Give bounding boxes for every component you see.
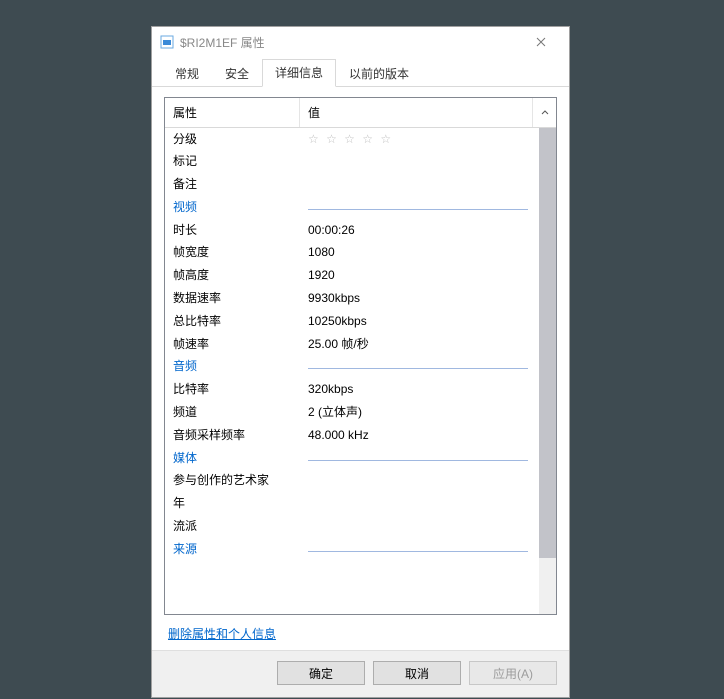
header-property[interactable]: 属性 — [165, 98, 300, 127]
row-channels[interactable]: 频道 2 (立体声) — [165, 402, 556, 425]
properties-dialog: $RI2M1EF 属性 常规 安全 详细信息 以前的版本 属性 值 — [151, 26, 570, 698]
section-label: 媒体 — [165, 452, 300, 466]
label: 流派 — [165, 520, 300, 534]
row-frame-height[interactable]: 帧高度 1920 — [165, 265, 556, 288]
row-sample-rate[interactable]: 音频采样频率 48.000 kHz — [165, 424, 556, 447]
section-label: 来源 — [165, 543, 300, 557]
row-year[interactable]: 年 — [165, 493, 556, 516]
section-media: 媒体 — [165, 447, 556, 470]
titlebar: $RI2M1EF 属性 — [152, 27, 569, 57]
row-comments[interactable]: 备注 — [165, 174, 556, 197]
file-icon — [160, 35, 174, 49]
tab-general[interactable]: 常规 — [162, 60, 212, 87]
label: 总比特率 — [165, 315, 300, 329]
label: 分级 — [165, 133, 300, 147]
label: 年 — [165, 497, 300, 511]
value: 320kbps — [300, 383, 556, 397]
value: 1920 — [300, 269, 556, 283]
value[interactable] — [300, 155, 556, 169]
label: 音频采样频率 — [165, 429, 300, 443]
section-label: 视频 — [165, 201, 300, 215]
value[interactable] — [300, 178, 556, 192]
section-origin: 来源 — [165, 538, 556, 561]
value: 48.000 kHz — [300, 429, 556, 443]
row-audio-bitrate[interactable]: 比特率 320kbps — [165, 379, 556, 402]
label: 帧宽度 — [165, 246, 300, 260]
section-video: 视频 — [165, 196, 556, 219]
row-data-rate[interactable]: 数据速率 9930kbps — [165, 288, 556, 311]
section-audio: 音频 — [165, 356, 556, 379]
scrollbar-thumb[interactable] — [539, 128, 556, 558]
header-sort-caret[interactable] — [532, 98, 556, 127]
label: 标记 — [165, 155, 300, 169]
row-genre[interactable]: 流派 — [165, 516, 556, 539]
value: 10250kbps — [300, 315, 556, 329]
section-divider — [308, 551, 528, 552]
row-duration[interactable]: 时长 00:00:26 — [165, 219, 556, 242]
label: 时长 — [165, 224, 300, 238]
label: 备注 — [165, 178, 300, 192]
ok-button[interactable]: 确定 — [277, 661, 365, 685]
row-rating[interactable]: 分级 ☆ ☆ ☆ ☆ ☆ — [165, 128, 556, 151]
apply-button[interactable]: 应用(A) — [469, 661, 557, 685]
remove-properties-link[interactable]: 删除属性和个人信息 — [168, 625, 557, 642]
value[interactable] — [300, 497, 556, 511]
label: 比特率 — [165, 383, 300, 397]
value: 25.00 帧/秒 — [300, 338, 556, 352]
section-divider — [308, 460, 528, 461]
tab-details[interactable]: 详细信息 — [262, 59, 336, 87]
section-divider — [308, 209, 528, 210]
label: 帧速率 — [165, 338, 300, 352]
tab-strip: 常规 安全 详细信息 以前的版本 — [152, 57, 569, 87]
rating-stars[interactable]: ☆ ☆ ☆ ☆ ☆ — [300, 133, 556, 147]
button-bar: 确定 取消 应用(A) — [152, 650, 569, 697]
tab-security[interactable]: 安全 — [212, 60, 262, 87]
section-label: 音频 — [165, 360, 300, 374]
value[interactable] — [300, 520, 556, 534]
row-total-bitrate[interactable]: 总比特率 10250kbps — [165, 310, 556, 333]
row-tags[interactable]: 标记 — [165, 151, 556, 174]
label: 参与创作的艺术家 — [165, 474, 300, 488]
value: 00:00:26 — [300, 224, 556, 238]
window-title: $RI2M1EF 属性 — [180, 34, 521, 51]
tab-previous-versions[interactable]: 以前的版本 — [336, 60, 422, 87]
value: 9930kbps — [300, 292, 556, 306]
row-contributing-artists[interactable]: 参与创作的艺术家 — [165, 470, 556, 493]
row-frame-rate[interactable]: 帧速率 25.00 帧/秒 — [165, 333, 556, 356]
header-value[interactable]: 值 — [300, 98, 532, 127]
row-frame-width[interactable]: 帧宽度 1080 — [165, 242, 556, 265]
tab-content: 属性 值 分级 ☆ ☆ ☆ ☆ ☆ 标记 备注 — [152, 87, 569, 650]
close-button[interactable] — [521, 28, 561, 56]
section-divider — [308, 368, 528, 369]
label: 帧高度 — [165, 269, 300, 283]
list-rows: 分级 ☆ ☆ ☆ ☆ ☆ 标记 备注 视频 时长 00:00:26 — [165, 128, 556, 614]
label: 数据速率 — [165, 292, 300, 306]
value: 1080 — [300, 246, 556, 260]
list-header: 属性 值 — [165, 98, 556, 128]
value[interactable] — [300, 474, 556, 488]
label: 频道 — [165, 406, 300, 420]
details-listbox: 属性 值 分级 ☆ ☆ ☆ ☆ ☆ 标记 备注 — [164, 97, 557, 615]
cancel-button[interactable]: 取消 — [373, 661, 461, 685]
value: 2 (立体声) — [300, 406, 556, 420]
